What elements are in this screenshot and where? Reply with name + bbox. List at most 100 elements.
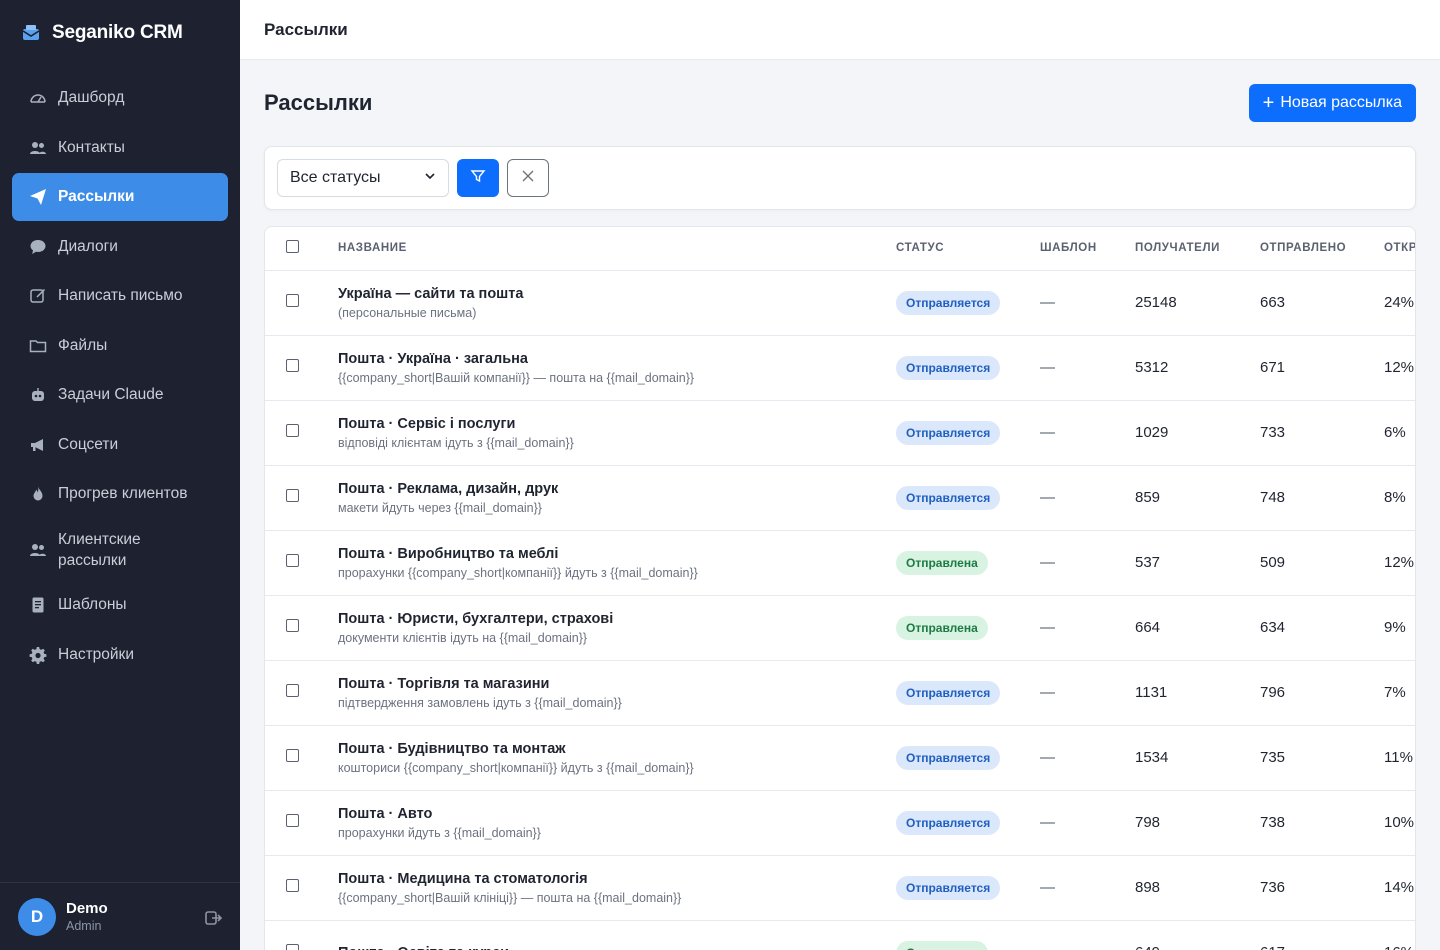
row-checkbox[interactable] bbox=[286, 294, 299, 307]
row-checkbox[interactable] bbox=[286, 359, 299, 372]
row-checkbox[interactable] bbox=[286, 489, 299, 502]
mailing-title[interactable]: Пошта · Реклама, дизайн, друк bbox=[338, 481, 896, 497]
sidebar-item-warmup[interactable]: Прогрев клиентов bbox=[12, 470, 228, 518]
sidebar-item-mailings[interactable]: Рассылки bbox=[12, 173, 228, 221]
sent-cell: 509 bbox=[1260, 530, 1384, 596]
sent-cell: 796 bbox=[1260, 660, 1384, 726]
main-content: Рассылки + Новая рассылка Все статусы НА… bbox=[264, 60, 1416, 950]
mailing-title[interactable]: Пошта · Медицина та стоматологія bbox=[338, 871, 896, 887]
mailing-title[interactable]: Пошта · Юристи, бухгалтери, страхові bbox=[338, 611, 896, 627]
select-all-checkbox[interactable] bbox=[286, 240, 299, 254]
app-name: Seganiko CRM bbox=[52, 22, 183, 43]
row-checkbox[interactable] bbox=[286, 944, 299, 950]
header-name[interactable]: НАЗВАНИЕ bbox=[338, 227, 896, 271]
template-cell: — bbox=[1040, 790, 1135, 856]
table-row[interactable]: Пошта · Торгівля та магазини підтвердженн… bbox=[265, 660, 1415, 726]
breadcrumb: Рассылки bbox=[264, 19, 348, 39]
opened-cell: 8% bbox=[1384, 465, 1415, 531]
sidebar-item-settings[interactable]: Настройки bbox=[12, 631, 228, 679]
header-recipients[interactable]: ПОЛУЧАТЕЛИ bbox=[1135, 227, 1260, 271]
opened-cell: 9% bbox=[1384, 595, 1415, 661]
sidebar-item-label: Настройки bbox=[58, 645, 135, 663]
apply-filter-button[interactable] bbox=[457, 159, 499, 197]
paper-plane-icon bbox=[28, 187, 48, 207]
template-cell: — bbox=[1040, 660, 1135, 726]
user-name: Demo bbox=[66, 900, 108, 917]
table-row[interactable]: Пошта · Реклама, дизайн, друк макети йдут… bbox=[265, 465, 1415, 531]
sidebar-item-dialogs[interactable]: Диалоги bbox=[12, 223, 228, 271]
sidebar-item-compose[interactable]: Написать письмо bbox=[12, 272, 228, 320]
sidebar-item-dashboard[interactable]: Дашборд bbox=[12, 74, 228, 122]
sidebar-item-claude[interactable]: Задачи Claude bbox=[12, 371, 228, 419]
new-mailing-button[interactable]: + Новая рассылка bbox=[1248, 84, 1416, 122]
mailing-title[interactable]: Пошта · Торгівля та магазини bbox=[338, 676, 896, 692]
sidebar-item-label: Шаблоны bbox=[58, 596, 127, 613]
sidebar-item-label: Прогрев клиентов bbox=[58, 485, 188, 502]
reset-filter-button[interactable] bbox=[507, 159, 549, 197]
row-checkbox[interactable] bbox=[286, 684, 299, 697]
sidebar-item-label: Дашборд bbox=[58, 89, 125, 106]
mailing-subtitle: (персональные письма) bbox=[338, 305, 477, 320]
recipients-cell: 1131 bbox=[1135, 660, 1260, 726]
chat-icon bbox=[28, 237, 48, 257]
recipients-cell: 5312 bbox=[1135, 335, 1260, 401]
mailing-subtitle: прорахунки {{company_short|компанії}} йд… bbox=[338, 565, 698, 580]
sidebar-item-label: Задачи Claude bbox=[58, 386, 164, 403]
table-row[interactable]: Україна — сайти та пошта (персональные пи… bbox=[265, 270, 1415, 336]
opened-cell: 12% bbox=[1384, 335, 1415, 401]
mailing-title[interactable]: Пошта · Авто bbox=[338, 806, 896, 822]
row-checkbox[interactable] bbox=[286, 879, 299, 892]
brand[interactable]: Seganiko CRM bbox=[0, 0, 240, 66]
mailing-subtitle: кошториси {{company_short|компанії}} йду… bbox=[338, 760, 694, 775]
header-opened[interactable]: ОТКР bbox=[1384, 227, 1415, 271]
mailing-title[interactable]: Пошта · Україна · загальна bbox=[338, 351, 896, 367]
mailing-title[interactable]: Пошта · Сервіс і послуги bbox=[338, 416, 896, 432]
sidebar-item-contacts[interactable]: Контакты bbox=[12, 124, 228, 172]
template-cell: — bbox=[1040, 725, 1135, 791]
status-badge: Отправляется bbox=[896, 745, 1001, 770]
sent-cell: 735 bbox=[1260, 725, 1384, 791]
table-row[interactable]: Пошта · Юристи, бухгалтери, страхові доку… bbox=[265, 595, 1415, 661]
status-select[interactable]: Все статусы bbox=[277, 159, 449, 197]
sidebar-item-files[interactable]: Файлы bbox=[12, 322, 228, 370]
table-row[interactable]: Пошта · Сервіс і послуги відповіді клієнт… bbox=[265, 400, 1415, 466]
opened-cell: 24% bbox=[1384, 270, 1415, 336]
template-cell: — bbox=[1040, 855, 1135, 921]
table-row[interactable]: Пошта · Авто прорахунки йдуть з {{mail_do… bbox=[265, 790, 1415, 856]
mailing-title[interactable]: Пошта · Будівництво та монтаж bbox=[338, 741, 896, 757]
table-row[interactable]: Пошта · Будівництво та монтаж кошториси {… bbox=[265, 725, 1415, 791]
row-checkbox[interactable] bbox=[286, 554, 299, 567]
row-checkbox[interactable] bbox=[286, 814, 299, 827]
status-badge: Отправляется bbox=[896, 875, 1001, 900]
table-row[interactable]: Пошта · Освіта та курсиОтправлена —649617… bbox=[265, 920, 1415, 950]
header-status[interactable]: СТАТУС bbox=[896, 227, 1040, 271]
table-row[interactable]: Пошта · Виробництво та меблі прорахунки {… bbox=[265, 530, 1415, 596]
mailing-title[interactable]: Пошта · Виробництво та меблі bbox=[338, 546, 896, 562]
row-checkbox[interactable] bbox=[286, 424, 299, 437]
recipients-cell: 798 bbox=[1135, 790, 1260, 856]
sidebar-item-label: Файлы bbox=[58, 336, 108, 354]
avatar[interactable]: D bbox=[18, 897, 56, 936]
table-row[interactable]: Пошта · Медицина та стоматологія {{compan… bbox=[265, 855, 1415, 921]
row-checkbox[interactable] bbox=[286, 619, 299, 632]
mailing-title[interactable]: Пошта · Освіта та курси bbox=[338, 945, 896, 950]
table-row[interactable]: Пошта · Україна · загальна {{company_shor… bbox=[265, 335, 1415, 401]
sidebar-item-client-mailings[interactable]: Клиентские рассылки bbox=[12, 520, 228, 580]
header-sent[interactable]: ОТПРАВЛЕНО bbox=[1260, 227, 1384, 271]
opened-cell: 16% bbox=[1384, 920, 1415, 950]
opened-cell: 10% bbox=[1384, 790, 1415, 856]
header-template[interactable]: ШАБЛОН bbox=[1040, 227, 1135, 271]
mailing-title[interactable]: Україна — сайти та пошта bbox=[338, 286, 896, 302]
row-checkbox[interactable] bbox=[286, 749, 299, 762]
logout-icon[interactable] bbox=[202, 907, 224, 929]
mailing-subtitle: відповіді клієнтам ідуть з {{mail_domain… bbox=[338, 435, 574, 450]
close-icon bbox=[521, 169, 535, 188]
new-mailing-label: Новая рассылка bbox=[1280, 94, 1402, 111]
mailing-subtitle: {{company_short|Вашій клініці}} — пошта … bbox=[338, 890, 682, 905]
opened-cell: 14% bbox=[1384, 855, 1415, 921]
plus-icon: + bbox=[1262, 92, 1275, 114]
mailings-table-card: НАЗВАНИЕ СТАТУС ШАБЛОН ПОЛУЧАТЕЛИ ОТПРАВ… bbox=[264, 226, 1416, 950]
sent-cell: 748 bbox=[1260, 465, 1384, 531]
sidebar-item-social[interactable]: Соцсети bbox=[12, 421, 228, 469]
sidebar-item-templates[interactable]: Шаблоны bbox=[12, 581, 228, 629]
